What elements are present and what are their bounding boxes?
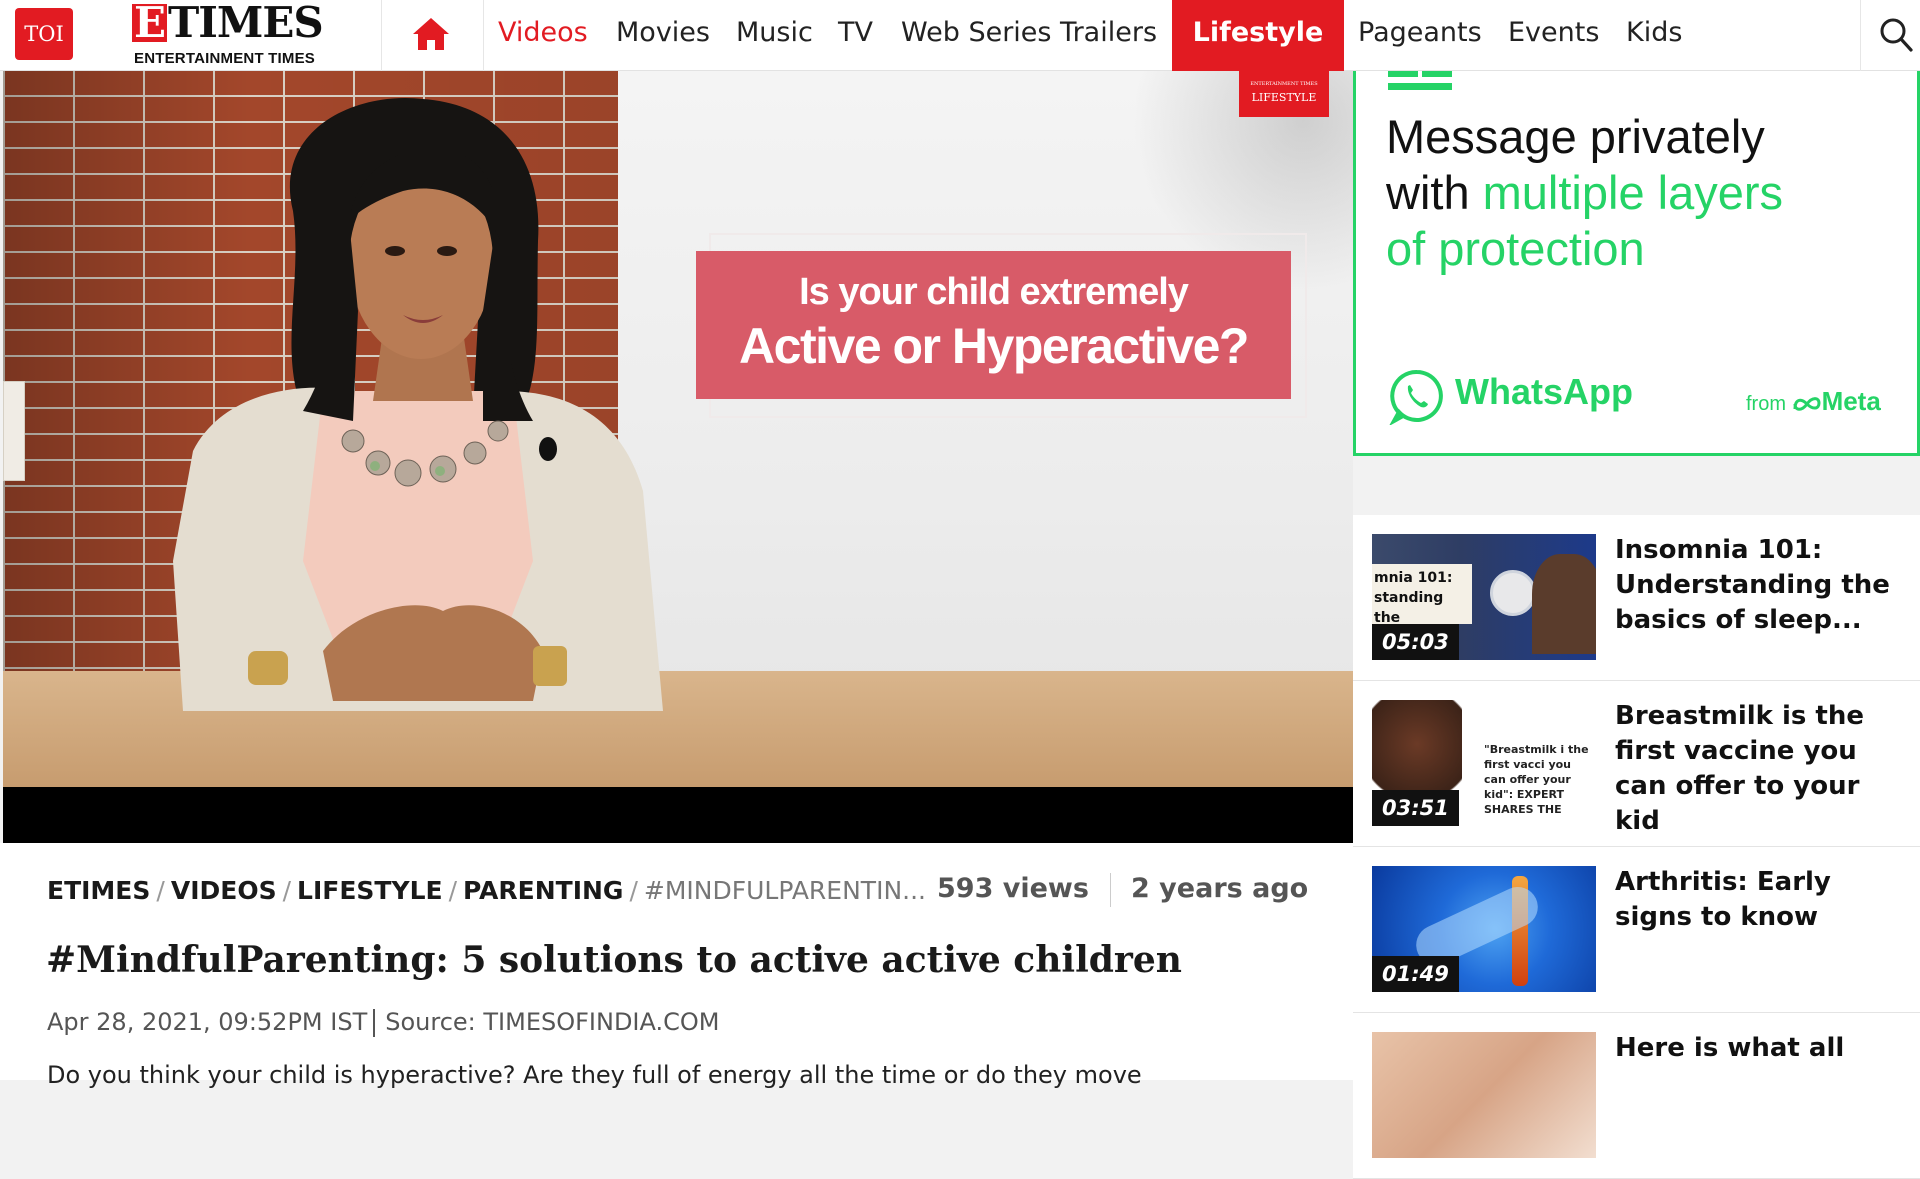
whatsapp-ad[interactable]: Message privately with multiple layers o… [1353, 71, 1920, 456]
search-icon[interactable] [1878, 15, 1914, 53]
related-video[interactable]: mnia 101: standing the 05:03 Insomnia 10… [1353, 515, 1920, 681]
article-meta: ETIMES / VIDEOS / LIFESTYLE / PARENTING / #MINDF… [0, 843, 1353, 1089]
presenter-figure [173, 97, 663, 711]
etimes-logo[interactable]: ETIMES ENTERTAINMENT TIMES [132, 0, 342, 71]
nav-divider [1860, 0, 1861, 71]
nav-movies[interactable]: Movies [616, 0, 710, 71]
home-icon[interactable] [410, 15, 452, 53]
nav-pageants[interactable]: Pageants [1358, 0, 1482, 71]
breadcrumb: ETIMES / VIDEOS / LIFESTYLE / PARENTING / #MINDF… [47, 876, 926, 905]
nav-tv[interactable]: TV [838, 0, 873, 71]
related-thumbnail[interactable]: mnia 101: standing the 05:03 [1372, 534, 1596, 660]
publish-date: Apr 28, 2021, 09:52PM IST [47, 1008, 368, 1036]
related-thumbnail[interactable]: 01:49 [1372, 866, 1596, 992]
related-video[interactable]: "Breastmilk i the first vacci you can of… [1353, 681, 1920, 847]
breadcrumb-current: #MINDFULPARENTIN... [643, 876, 926, 905]
related-title[interactable]: Here is what all [1615, 1031, 1910, 1066]
duration-badge: 03:51 [1372, 790, 1459, 826]
nav-music[interactable]: Music [736, 0, 813, 71]
breadcrumb-videos[interactable]: VIDEOS [171, 876, 277, 905]
video-controls-bar[interactable] [3, 787, 1353, 843]
related-thumbnail[interactable] [1372, 1032, 1596, 1158]
related-video[interactable]: Here is what all [1353, 1013, 1920, 1179]
related-title[interactable]: Arthritis: Early signs to know [1615, 865, 1910, 935]
nav-kids[interactable]: Kids [1626, 0, 1682, 71]
right-sidebar: Message privately with multiple layers o… [1353, 71, 1920, 1179]
video-description: Do you think your child is hyperactive? … [47, 1061, 1142, 1089]
lifestyle-watermark: ENTERTAINMENT TIMES LIFESTYLE [1239, 71, 1329, 117]
nav-videos[interactable]: Videos [498, 0, 588, 71]
video-player[interactable]: Is your child extremely Active or Hypera… [3, 71, 1353, 843]
whatsapp-brand: WhatsApp [1455, 371, 1633, 412]
nav-events[interactable]: Events [1508, 0, 1599, 71]
nav-web-series-trailers[interactable]: Web Series Trailers [901, 0, 1157, 71]
etimes-wordmark: ETIMES [132, 0, 324, 47]
breadcrumb-etimes[interactable]: ETIMES [47, 876, 150, 905]
related-title[interactable]: Breastmilk is the first vaccine you can … [1615, 699, 1910, 839]
nav-divider [483, 0, 484, 71]
source-label: Source: TIMESOFINDIA.COM [385, 1008, 720, 1036]
ad-headline-2: with multiple layers [1386, 166, 1784, 219]
page-title: #MindfulParenting: 5 solutions to active… [46, 939, 1182, 981]
top-nav: TOI ETIMES ENTERTAINMENT TIMES Videos Mo… [0, 0, 1920, 71]
duration-badge: 05:03 [1372, 624, 1459, 660]
video-frame[interactable]: Is your child extremely Active or Hypera… [3, 71, 1353, 787]
related-title[interactable]: Insomnia 101: Understanding the basics o… [1615, 533, 1910, 638]
dateline: Apr 28, 2021, 09:52PM IST Source: TIMESOF… [47, 1008, 720, 1037]
toi-logo[interactable]: TOI [15, 8, 73, 60]
breadcrumb-lifestyle[interactable]: LIFESTYLE [297, 876, 443, 905]
view-count: 593 views [937, 873, 1089, 904]
ad-headline-1: Message privately [1386, 110, 1765, 163]
meta-icon [1793, 397, 1821, 411]
video-title-card: Is your child extremely Active or Hypera… [696, 251, 1291, 399]
nav-lifestyle[interactable]: Lifestyle [1172, 0, 1344, 71]
related-video[interactable]: 01:49 Arthritis: Early signs to know [1353, 847, 1920, 1013]
ad-bars-icon [1388, 71, 1452, 90]
ad-headline-3: of protection [1386, 222, 1645, 275]
nav-divider [381, 0, 382, 71]
whatsapp-icon [1389, 369, 1443, 425]
etimes-subtitle: ENTERTAINMENT TIMES [134, 50, 316, 67]
from-meta: from Meta [1746, 386, 1881, 416]
published-ago: 2 years ago [1131, 873, 1309, 904]
related-thumbnail[interactable]: "Breastmilk i the first vacci you can of… [1372, 700, 1596, 826]
duration-badge: 01:49 [1372, 956, 1459, 992]
breadcrumb-parenting[interactable]: PARENTING [463, 876, 623, 905]
